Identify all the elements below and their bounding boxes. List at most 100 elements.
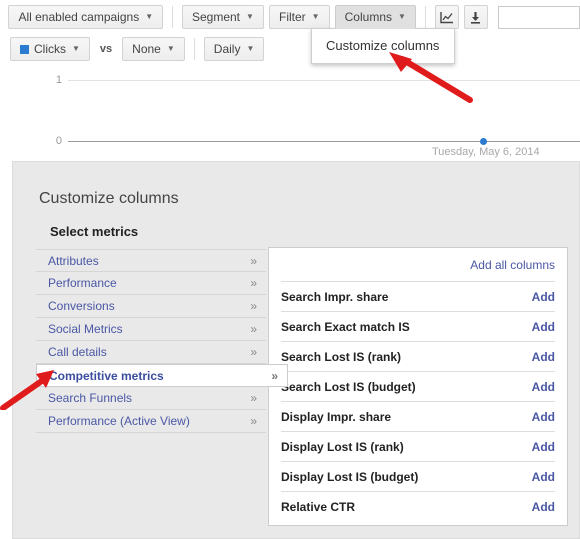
campaign-selector-button[interactable]: All enabled campaigns ▼ [8, 5, 164, 29]
metric-name: Search Lost IS (budget) [281, 379, 416, 394]
segment-label: Segment [191, 10, 240, 24]
metric-row: Relative CTR Add [281, 491, 555, 521]
category-label: Conversions [48, 299, 115, 313]
metric-row: Search Impr. share Add [281, 281, 555, 311]
category-item-performance-active-view[interactable]: Performance (Active View) » [36, 410, 266, 433]
metric-color-swatch-icon [20, 44, 29, 54]
filter-button[interactable]: Filter ▼ [268, 5, 330, 29]
search-input[interactable] [498, 6, 579, 28]
chart-axis-line [68, 141, 580, 142]
top-toolbar: All enabled campaigns ▼ Segment ▼ Filter… [0, 0, 580, 68]
category-item-performance[interactable]: Performance » [36, 272, 266, 295]
chevron-right-icon: » [250, 391, 257, 405]
add-metric-link[interactable]: Add [532, 410, 555, 424]
columns-dropdown-menu: Customize columns [311, 28, 455, 64]
category-label: Performance [48, 276, 117, 290]
add-metric-link[interactable]: Add [532, 320, 555, 334]
chevron-down-icon: ▼ [311, 12, 320, 21]
segment-button[interactable]: Segment ▼ [181, 5, 264, 29]
customize-columns-panel: Customize columns Select metrics Attribu… [12, 161, 580, 539]
chevron-down-icon: ▼ [246, 12, 254, 21]
metric-category-list: Attributes » Performance » Conversions »… [36, 249, 288, 433]
chart-data-point[interactable] [480, 138, 487, 145]
menu-item-customize-columns[interactable]: Customize columns [312, 29, 454, 63]
chevron-right-icon: » [250, 322, 257, 336]
metrics-list-panel: Add all columns Search Impr. share Add S… [268, 247, 568, 526]
panel-title: Customize columns [39, 190, 179, 207]
metric-name: Display Impr. share [281, 409, 392, 424]
chevron-right-icon: » [250, 299, 257, 313]
metric-row: Display Lost IS (rank) Add [281, 431, 555, 461]
toolbar-row-metrics: Clicks ▼ vs None ▼ Daily ▼ [0, 35, 580, 63]
chevron-right-icon: » [250, 276, 257, 290]
metric-row: Search Lost IS (rank) Add [281, 341, 555, 371]
metric-row: Display Impr. share Add [281, 401, 555, 431]
vs-label: vs [99, 43, 113, 55]
granularity-label: Daily [213, 42, 241, 56]
metric-name: Relative CTR [281, 499, 356, 514]
download-icon [471, 11, 481, 24]
filter-label: Filter [278, 10, 306, 24]
category-item-conversions[interactable]: Conversions » [36, 295, 266, 318]
category-label: Competitive metrics [49, 368, 164, 383]
metric-name: Search Impr. share [281, 289, 389, 304]
secondary-metric-button[interactable]: None ▼ [122, 37, 185, 61]
metric-name: Search Lost IS (rank) [281, 349, 402, 364]
add-all-columns-link[interactable]: Add all columns [470, 258, 555, 272]
chevron-down-icon: ▼ [145, 12, 154, 21]
metric-row: Search Lost IS (budget) Add [281, 371, 555, 401]
granularity-button[interactable]: Daily ▼ [203, 37, 265, 61]
chevron-down-icon: ▼ [398, 12, 406, 21]
add-metric-link[interactable]: Add [532, 470, 555, 484]
category-item-competitive-metrics[interactable]: Competitive metrics » [36, 364, 288, 387]
add-metric-link[interactable]: Add [532, 500, 555, 514]
primary-metric-button[interactable]: Clicks ▼ [10, 37, 90, 61]
download-button[interactable] [463, 5, 488, 29]
category-label: Call details [48, 345, 107, 359]
y-axis-tick-1: 1 [55, 74, 62, 86]
y-axis-tick-0: 0 [55, 135, 62, 147]
add-metric-link[interactable]: Add [532, 350, 555, 364]
chevron-right-icon: » [250, 414, 257, 428]
metric-row: Search Exact match IS Add [281, 311, 555, 341]
chevron-down-icon: ▼ [72, 44, 80, 53]
category-label: Social Metrics [48, 322, 123, 336]
chevron-right-icon: » [271, 368, 278, 383]
line-chart-icon [440, 11, 453, 23]
category-item-social-metrics[interactable]: Social Metrics » [36, 318, 266, 341]
toolbar-divider [193, 38, 195, 60]
chart-gridline [68, 80, 580, 81]
metric-name: Display Lost IS (budget) [281, 469, 419, 484]
secondary-metric-label: None [132, 42, 161, 56]
toolbar-divider [172, 6, 173, 28]
select-metrics-heading: Select metrics [50, 224, 139, 239]
chart-date-label: Tuesday, May 6, 2014 [432, 146, 540, 158]
toolbar-divider [424, 6, 426, 28]
primary-metric-label: Clicks [34, 42, 66, 56]
add-metric-link[interactable]: Add [532, 290, 555, 304]
clicks-chart: 1 0 Tuesday, May 6, 2014 [0, 68, 580, 160]
category-item-call-details[interactable]: Call details » [36, 341, 266, 364]
category-item-attributes[interactable]: Attributes » [36, 249, 266, 272]
search-box[interactable] [497, 5, 580, 29]
metrics-panel-header: Add all columns [281, 248, 555, 281]
line-chart-toggle-button[interactable] [434, 5, 459, 29]
chevron-right-icon: » [250, 253, 257, 268]
columns-label: Columns [344, 10, 392, 24]
add-metric-link[interactable]: Add [532, 440, 555, 454]
category-label: Attributes [48, 253, 99, 268]
category-label: Search Funnels [48, 391, 133, 405]
chevron-right-icon: » [250, 345, 257, 359]
metric-row: Display Lost IS (budget) Add [281, 461, 555, 491]
category-item-search-funnels[interactable]: Search Funnels » [36, 387, 266, 410]
menu-item-label: Customize columns [326, 38, 440, 53]
chevron-down-icon: ▼ [246, 44, 255, 53]
campaign-selector-label: All enabled campaigns [18, 10, 140, 24]
metric-name: Search Exact match IS [281, 319, 410, 334]
chevron-down-icon: ▼ [166, 44, 175, 53]
columns-button[interactable]: Columns ▼ [334, 5, 416, 29]
metric-name: Display Lost IS (rank) [281, 439, 404, 454]
add-metric-link[interactable]: Add [532, 380, 555, 394]
toolbar-row-filters: All enabled campaigns ▼ Segment ▼ Filter… [0, 3, 580, 31]
category-label: Performance (Active View) [48, 414, 190, 428]
